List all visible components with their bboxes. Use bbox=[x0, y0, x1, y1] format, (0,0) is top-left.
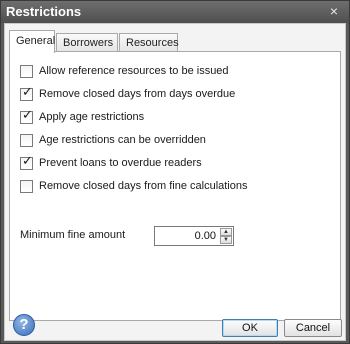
tab-resources[interactable]: Resources bbox=[119, 33, 179, 52]
check-icon bbox=[21, 178, 34, 191]
option-remove-closed-days-overdue[interactable]: ✓ Remove closed days from days overdue bbox=[20, 86, 235, 102]
spin-up-icon[interactable]: ▲ bbox=[220, 228, 232, 236]
option-age-restrictions-overridden[interactable]: Age restrictions can be overridden bbox=[20, 132, 206, 148]
close-icon[interactable]: × bbox=[327, 4, 341, 18]
option-label: Prevent loans to overdue readers bbox=[39, 157, 202, 169]
check-icon: ✓ bbox=[22, 153, 33, 169]
option-label: Remove closed days from fine calculation… bbox=[39, 180, 248, 192]
checkbox[interactable] bbox=[20, 132, 34, 147]
option-prevent-loans-overdue[interactable]: ✓ Prevent loans to overdue readers bbox=[20, 155, 202, 171]
checkbox[interactable]: ✓ bbox=[20, 153, 33, 170]
ok-button[interactable]: OK bbox=[222, 319, 278, 337]
cancel-button[interactable]: Cancel bbox=[284, 319, 342, 337]
checkbox[interactable] bbox=[20, 178, 34, 193]
minimum-fine-label: Minimum fine amount bbox=[20, 229, 126, 241]
checkbox[interactable]: ✓ bbox=[20, 107, 33, 124]
help-icon[interactable]: ? bbox=[13, 314, 35, 336]
minimum-fine-input[interactable] bbox=[155, 227, 219, 245]
option-label: Allow reference resources to be issued bbox=[39, 65, 229, 77]
option-apply-age-restrictions[interactable]: ✓ Apply age restrictions bbox=[20, 109, 144, 125]
restrictions-dialog: Restrictions × General Borrowers Resourc… bbox=[0, 0, 350, 344]
tab-borrowers[interactable]: Borrowers bbox=[56, 33, 118, 52]
dialog-title: Restrictions bbox=[6, 4, 82, 19]
option-label: Age restrictions can be overridden bbox=[39, 134, 206, 146]
check-icon bbox=[21, 132, 34, 145]
general-tab-panel: Allow reference resources to be issued ✓… bbox=[9, 51, 341, 321]
checkbox[interactable]: ✓ bbox=[20, 84, 33, 101]
option-label: Apply age restrictions bbox=[39, 111, 145, 123]
title-bar[interactable]: Restrictions × bbox=[1, 1, 349, 23]
checkbox[interactable] bbox=[20, 63, 34, 78]
spin-down-icon[interactable]: ▼ bbox=[220, 236, 232, 244]
option-label: Remove closed days from days overdue bbox=[39, 88, 236, 100]
option-allow-reference-resources[interactable]: Allow reference resources to be issued bbox=[20, 63, 229, 79]
option-remove-closed-days-fines[interactable]: Remove closed days from fine calculation… bbox=[20, 178, 247, 194]
check-icon: ✓ bbox=[22, 107, 33, 123]
check-icon bbox=[21, 63, 34, 76]
check-icon: ✓ bbox=[22, 84, 33, 100]
dialog-body: General Borrowers Resources Allow refere… bbox=[4, 23, 346, 341]
minimum-fine-spinner: ▲ ▼ bbox=[154, 226, 234, 246]
tab-general[interactable]: General bbox=[9, 30, 55, 53]
